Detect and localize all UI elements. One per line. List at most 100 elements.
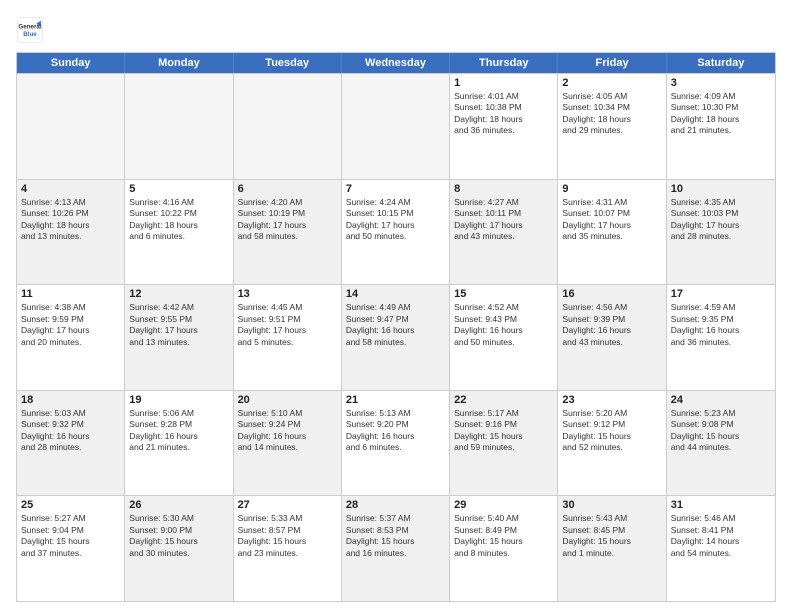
day-number: 12	[129, 288, 228, 300]
cell-info: Sunrise: 4:20 AM Sunset: 10:19 PM Daylig…	[238, 197, 337, 243]
calendar-cell: 27 Sunrise: 5:33 AM Sunset: 8:57 PM Dayli…	[234, 496, 342, 601]
calendar-row-2: 11 Sunrise: 4:38 AM Sunset: 9:59 PM Dayli…	[17, 284, 775, 390]
calendar-cell	[125, 74, 233, 179]
cell-info: Sunrise: 4:01 AM Sunset: 10:38 PM Daylig…	[454, 91, 553, 137]
cell-info: Sunrise: 5:33 AM Sunset: 8:57 PM Dayligh…	[238, 513, 337, 559]
calendar-cell: 26Sunrise: 5:30 AM Sunset: 9:00 PM Dayli…	[125, 496, 233, 601]
day-number: 2	[562, 77, 661, 89]
calendar-cell: 1 Sunrise: 4:01 AM Sunset: 10:38 PM Dayli…	[450, 74, 558, 179]
day-number: 11	[21, 288, 120, 300]
calendar-cell: 29 Sunrise: 5:40 AM Sunset: 8:49 PM Dayli…	[450, 496, 558, 601]
cell-info: Sunrise: 4:27 AM Sunset: 10:11 PM Daylig…	[454, 197, 553, 243]
cell-info: Sunrise: 4:16 AM Sunset: 10:22 PM Daylig…	[129, 197, 228, 243]
calendar-row-0: 1 Sunrise: 4:01 AM Sunset: 10:38 PM Dayli…	[17, 73, 775, 179]
day-number: 21	[346, 394, 445, 406]
calendar-cell: 21 Sunrise: 5:13 AM Sunset: 9:20 PM Dayli…	[342, 391, 450, 496]
cell-info: Sunrise: 5:10 AM Sunset: 9:24 PM Dayligh…	[238, 408, 337, 454]
calendar-cell: 11 Sunrise: 4:38 AM Sunset: 9:59 PM Dayli…	[17, 285, 125, 390]
calendar-cell: 3 Sunrise: 4:09 AM Sunset: 10:30 PM Dayli…	[667, 74, 775, 179]
calendar-cell: 20Sunrise: 5:10 AM Sunset: 9:24 PM Dayli…	[234, 391, 342, 496]
day-number: 18	[21, 394, 120, 406]
calendar-cell	[234, 74, 342, 179]
calendar-cell: 16 Sunrise: 4:56 AM Sunset: 9:39 PM Dayli…	[558, 285, 666, 390]
header-day-friday: Friday	[558, 53, 666, 73]
calendar-cell: 4 Sunrise: 4:13 AM Sunset: 10:26 PM Dayli…	[17, 180, 125, 285]
day-number: 7	[346, 183, 445, 195]
day-number: 31	[671, 499, 771, 511]
header-day-saturday: Saturday	[667, 53, 775, 73]
cell-info: Sunrise: 4:38 AM Sunset: 9:59 PM Dayligh…	[21, 302, 120, 348]
cell-info: Sunrise: 5:30 AM Sunset: 9:00 PM Dayligh…	[129, 513, 228, 559]
calendar-cell: 28 Sunrise: 5:37 AM Sunset: 8:53 PM Dayli…	[342, 496, 450, 601]
day-number: 4	[21, 183, 120, 195]
calendar-cell: 8 Sunrise: 4:27 AM Sunset: 10:11 PM Dayli…	[450, 180, 558, 285]
day-number: 25	[21, 499, 120, 511]
cell-info: Sunrise: 4:31 AM Sunset: 10:07 PM Daylig…	[562, 197, 661, 243]
calendar-cell: 24 Sunrise: 5:23 AM Sunset: 9:08 PM Dayli…	[667, 391, 775, 496]
day-number: 22	[454, 394, 553, 406]
header-day-sunday: Sunday	[17, 53, 125, 73]
calendar-cell	[17, 74, 125, 179]
calendar-cell: 19 Sunrise: 5:06 AM Sunset: 9:28 PM Dayli…	[125, 391, 233, 496]
day-number: 1	[454, 77, 553, 89]
day-number: 3	[671, 77, 771, 89]
day-number: 10	[671, 183, 771, 195]
day-number: 17	[671, 288, 771, 300]
calendar-cell: 6 Sunrise: 4:20 AM Sunset: 10:19 PM Dayli…	[234, 180, 342, 285]
calendar-cell: 30Sunrise: 5:43 AM Sunset: 8:45 PM Dayli…	[558, 496, 666, 601]
day-number: 16	[562, 288, 661, 300]
cell-info: Sunrise: 5:27 AM Sunset: 9:04 PM Dayligh…	[21, 513, 120, 559]
day-number: 15	[454, 288, 553, 300]
day-number: 29	[454, 499, 553, 511]
calendar-cell: 2 Sunrise: 4:05 AM Sunset: 10:34 PM Dayli…	[558, 74, 666, 179]
header-day-thursday: Thursday	[450, 53, 558, 73]
calendar-cell: 25 Sunrise: 5:27 AM Sunset: 9:04 PM Dayli…	[17, 496, 125, 601]
cell-info: Sunrise: 4:09 AM Sunset: 10:30 PM Daylig…	[671, 91, 771, 137]
cell-info: Sunrise: 4:13 AM Sunset: 10:26 PM Daylig…	[21, 197, 120, 243]
cell-info: Sunrise: 5:40 AM Sunset: 8:49 PM Dayligh…	[454, 513, 553, 559]
day-number: 24	[671, 394, 771, 406]
calendar-cell	[342, 74, 450, 179]
cell-info: Sunrise: 5:13 AM Sunset: 9:20 PM Dayligh…	[346, 408, 445, 454]
day-number: 14	[346, 288, 445, 300]
cell-info: Sunrise: 5:03 AM Sunset: 9:32 PM Dayligh…	[21, 408, 120, 454]
logo-icon: General Blue	[16, 16, 44, 44]
calendar-cell: 5 Sunrise: 4:16 AM Sunset: 10:22 PM Dayli…	[125, 180, 233, 285]
calendar-cell: 15Sunrise: 4:52 AM Sunset: 9:43 PM Dayli…	[450, 285, 558, 390]
calendar-cell: 10 Sunrise: 4:35 AM Sunset: 10:03 PM Dayl…	[667, 180, 775, 285]
cell-info: Sunrise: 4:35 AM Sunset: 10:03 PM Daylig…	[671, 197, 771, 243]
cell-info: Sunrise: 5:23 AM Sunset: 9:08 PM Dayligh…	[671, 408, 771, 454]
day-number: 8	[454, 183, 553, 195]
calendar-row-3: 18 Sunrise: 5:03 AM Sunset: 9:32 PM Dayli…	[17, 390, 775, 496]
calendar: SundayMondayTuesdayWednesdayThursdayFrid…	[16, 52, 776, 602]
cell-info: Sunrise: 4:05 AM Sunset: 10:34 PM Daylig…	[562, 91, 661, 137]
page: General Blue SundayMondayTuesdayWednesda…	[0, 0, 792, 612]
day-number: 27	[238, 499, 337, 511]
calendar-cell: 7Sunrise: 4:24 AM Sunset: 10:15 PM Dayli…	[342, 180, 450, 285]
calendar-cell: 22 Sunrise: 5:17 AM Sunset: 9:16 PM Dayli…	[450, 391, 558, 496]
calendar-header: SundayMondayTuesdayWednesdayThursdayFrid…	[17, 53, 775, 73]
day-number: 30	[562, 499, 661, 511]
header: General Blue	[16, 16, 776, 44]
cell-info: Sunrise: 4:59 AM Sunset: 9:35 PM Dayligh…	[671, 302, 771, 348]
cell-info: Sunrise: 5:20 AM Sunset: 9:12 PM Dayligh…	[562, 408, 661, 454]
cell-info: Sunrise: 4:56 AM Sunset: 9:39 PM Dayligh…	[562, 302, 661, 348]
day-number: 28	[346, 499, 445, 511]
calendar-cell: 31Sunrise: 5:46 AM Sunset: 8:41 PM Dayli…	[667, 496, 775, 601]
day-number: 9	[562, 183, 661, 195]
header-day-monday: Monday	[125, 53, 233, 73]
cell-info: Sunrise: 4:49 AM Sunset: 9:47 PM Dayligh…	[346, 302, 445, 348]
cell-info: Sunrise: 5:37 AM Sunset: 8:53 PM Dayligh…	[346, 513, 445, 559]
cell-info: Sunrise: 5:06 AM Sunset: 9:28 PM Dayligh…	[129, 408, 228, 454]
day-number: 6	[238, 183, 337, 195]
calendar-cell: 9 Sunrise: 4:31 AM Sunset: 10:07 PM Dayli…	[558, 180, 666, 285]
day-number: 23	[562, 394, 661, 406]
day-number: 5	[129, 183, 228, 195]
svg-text:Blue: Blue	[23, 31, 37, 38]
calendar-body: 1 Sunrise: 4:01 AM Sunset: 10:38 PM Dayli…	[17, 73, 775, 601]
day-number: 19	[129, 394, 228, 406]
calendar-row-4: 25 Sunrise: 5:27 AM Sunset: 9:04 PM Dayli…	[17, 495, 775, 601]
calendar-cell: 14 Sunrise: 4:49 AM Sunset: 9:47 PM Dayli…	[342, 285, 450, 390]
day-number: 13	[238, 288, 337, 300]
cell-info: Sunrise: 5:17 AM Sunset: 9:16 PM Dayligh…	[454, 408, 553, 454]
